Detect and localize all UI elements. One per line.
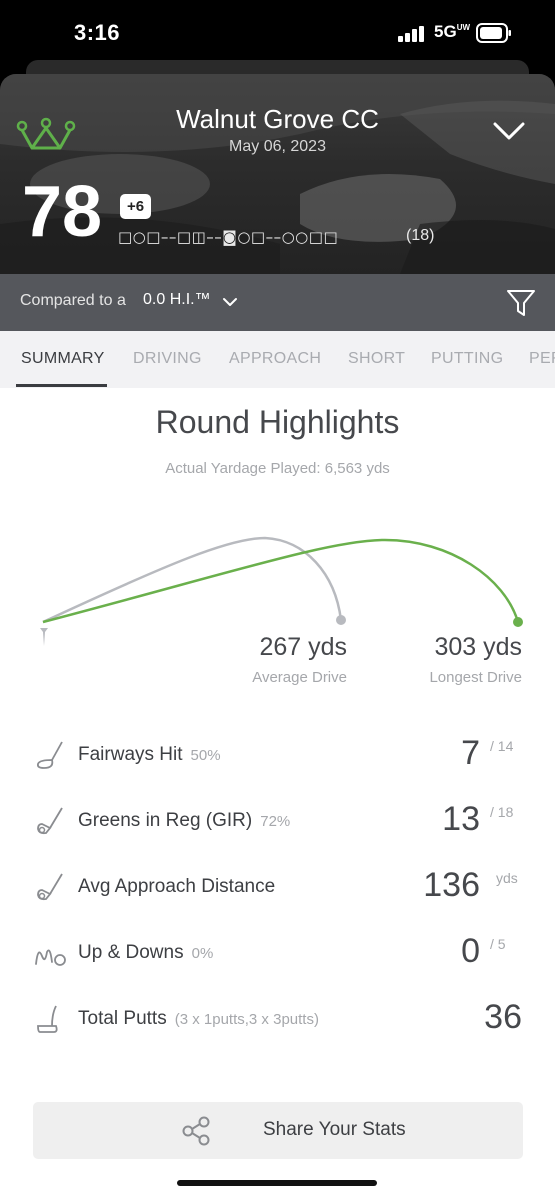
compare-label: Compared to a <box>20 292 126 309</box>
hole-by-hole-markers: □○□––□◫––◙○□––○○□□ <box>118 228 339 246</box>
stat-label: Total Putts (3 x 1putts,3 x 3putts) <box>78 1008 319 1029</box>
round-header: Walnut Grove CC May 06, 2023 78 +6 □○□––… <box>0 74 555 274</box>
filter-icon[interactable] <box>506 288 536 318</box>
stat-value: 136 <box>423 866 480 904</box>
longest-drive-endpoint <box>513 617 523 627</box>
course-name: Walnut Grove CC <box>176 104 379 134</box>
score-to-par-badge: +6 <box>120 194 152 219</box>
stat-value: 36 <box>484 998 522 1036</box>
stat-value: 0 <box>461 932 480 970</box>
tab-short[interactable]: SHORT <box>348 350 405 368</box>
stat-value: 7 <box>461 734 480 772</box>
tab-putting[interactable]: PUTTING <box>431 350 503 368</box>
stat-percentage: 72% <box>260 813 291 830</box>
stat-total: / 18 <box>490 804 514 820</box>
stat-total: / 14 <box>490 738 514 754</box>
status-bar: 3:16 5GUW <box>0 0 555 62</box>
summary-content: Round Highlights Actual Yardage Played: … <box>0 388 555 1200</box>
holes-count: (18) <box>406 227 435 244</box>
longest-drive-label: Longest Drive <box>429 669 522 686</box>
stat-label: Avg Approach Distance <box>78 876 276 897</box>
stat-total: / 5 <box>490 936 506 952</box>
stat-row-approach-distance[interactable]: Avg Approach Distance 136 yds <box>0 866 555 916</box>
golf-tee-icon <box>40 628 48 646</box>
drive-trajectory-chart <box>40 536 523 646</box>
chip-icon <box>35 949 66 966</box>
round-date: May 06, 2023 <box>229 138 326 155</box>
stat-label: Fairways Hit 50% <box>78 744 221 765</box>
section-title: Round Highlights <box>155 404 400 440</box>
stat-label: Greens in Reg (GIR) 72% <box>78 810 291 831</box>
active-tab-indicator <box>16 384 107 387</box>
stat-row-gir[interactable]: Greens in Reg (GIR) 72% 13 / 18 <box>0 800 555 850</box>
share-icon <box>182 1116 210 1146</box>
yardage-subtitle: Actual Yardage Played: 6,563 yds <box>165 460 390 477</box>
average-drive-endpoint <box>336 615 346 625</box>
tab-performance[interactable]: PER <box>529 350 555 368</box>
iron-icon <box>37 873 63 901</box>
battery-icon <box>476 23 511 43</box>
longest-drive-trajectory <box>42 538 520 624</box>
stats-tabs: SUMMARY DRIVING APPROACH SHORT PUTTING P… <box>0 331 555 388</box>
compare-bar: Compared to a 0.0 H.I.™ <box>0 274 555 331</box>
stat-percentage: 50% <box>190 747 221 764</box>
handicap-selector[interactable]: 0.0 H.I.™ <box>143 291 211 309</box>
average-drive-value: 267 yds <box>259 633 347 661</box>
network-label: 5GUW <box>434 22 471 41</box>
stat-percentage: 0% <box>191 945 214 962</box>
cellular-signal-icon <box>398 26 424 42</box>
putt-breakdown: (3 x 1putts,3 x 3putts) <box>174 1011 319 1028</box>
stat-unit: yds <box>496 870 518 886</box>
iron-icon <box>37 807 63 835</box>
tab-approach[interactable]: APPROACH <box>229 350 321 368</box>
stat-row-total-putts[interactable]: Total Putts (3 x 1putts,3 x 3putts) 36 <box>0 998 555 1048</box>
home-indicator[interactable] <box>177 1180 377 1186</box>
total-score: 78 <box>22 172 103 252</box>
chevron-down-icon[interactable] <box>222 296 238 308</box>
tab-driving[interactable]: DRIVING <box>133 350 202 368</box>
stat-value: 13 <box>442 800 480 838</box>
status-time: 3:16 <box>74 20 121 45</box>
stat-row-fairways[interactable]: Fairways Hit 50% 7 / 14 <box>0 734 555 784</box>
stat-row-up-and-downs[interactable]: Up & Downs 0% 0 / 5 <box>0 932 555 982</box>
putter-icon <box>37 1005 58 1033</box>
longest-drive-value: 303 yds <box>434 633 522 661</box>
average-drive-label: Average Drive <box>252 669 347 686</box>
tab-summary[interactable]: SUMMARY <box>21 350 105 368</box>
driver-icon <box>36 741 63 769</box>
share-stats-button[interactable]: Share Your Stats <box>33 1102 523 1159</box>
share-stats-label: Share Your Stats <box>263 1119 406 1140</box>
stat-label: Up & Downs 0% <box>78 942 214 963</box>
chevron-down-icon[interactable] <box>492 120 526 142</box>
